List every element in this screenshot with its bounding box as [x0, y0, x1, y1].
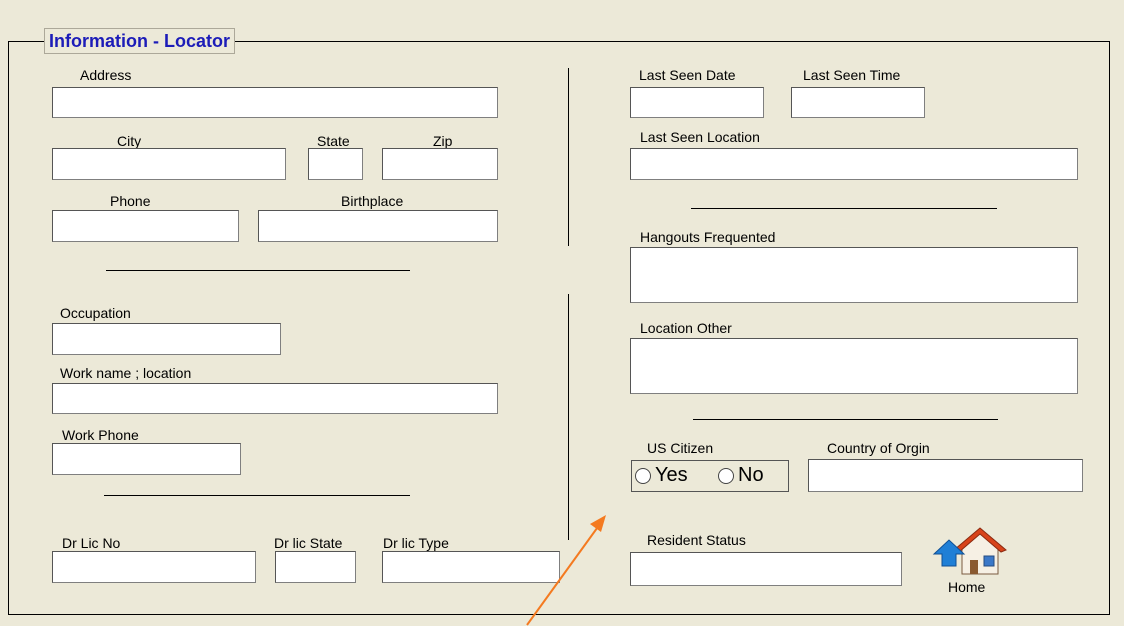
- home-icon: [932, 527, 1007, 575]
- state-input[interactable]: [308, 148, 363, 180]
- home-button[interactable]: Home: [932, 526, 1008, 600]
- dr-lic-type-label: Dr lic Type: [383, 535, 449, 551]
- zip-input[interactable]: [382, 148, 498, 180]
- radio-circle-icon[interactable]: [718, 467, 734, 484]
- radio-circle-icon[interactable]: [635, 467, 651, 484]
- phone-label: Phone: [110, 193, 151, 209]
- last-seen-time-input[interactable]: [791, 87, 925, 118]
- dr-lic-state-label: Dr lic State: [274, 535, 343, 551]
- last-seen-date-label: Last Seen Date: [639, 67, 736, 83]
- dr-lic-no-label: Dr Lic No: [62, 535, 121, 551]
- separator-line: [693, 419, 998, 420]
- radio-no[interactable]: No: [718, 464, 764, 487]
- separator-line: [691, 208, 997, 209]
- city-input[interactable]: [52, 148, 286, 180]
- location-other-label: Location Other: [640, 320, 732, 336]
- phone-input[interactable]: [52, 210, 239, 242]
- work-phone-label: Work Phone: [62, 427, 139, 443]
- birthplace-input[interactable]: [258, 210, 498, 242]
- zip-label: Zip: [433, 133, 453, 149]
- work-phone-input[interactable]: [52, 443, 241, 475]
- address-input[interactable]: [52, 87, 498, 118]
- state-label: State: [317, 133, 350, 149]
- birthplace-label: Birthplace: [341, 193, 404, 209]
- form-title: Information - Locator: [44, 28, 235, 54]
- city-label: City: [117, 133, 142, 149]
- last-seen-location-label: Last Seen Location: [640, 129, 760, 145]
- last-seen-time-label: Last Seen Time: [803, 67, 901, 83]
- country-of-origin-input[interactable]: [808, 459, 1083, 492]
- separator-line: [104, 495, 410, 496]
- arrow-annotation: [526, 515, 606, 626]
- last-seen-date-input[interactable]: [630, 87, 764, 118]
- radio-no-label: No: [738, 464, 764, 486]
- radio-yes-label: Yes: [655, 464, 688, 486]
- resident-status-input[interactable]: [630, 552, 902, 586]
- home-label: Home: [948, 579, 986, 595]
- column-divider: [568, 68, 569, 246]
- us-citizen-label: US Citizen: [647, 440, 714, 456]
- location-other-input[interactable]: [630, 338, 1078, 394]
- occupation-label: Occupation: [60, 305, 131, 321]
- occupation-input[interactable]: [52, 323, 281, 355]
- us-citizen-radio-group: Yes No: [631, 460, 789, 492]
- hangouts-frequented-input[interactable]: [630, 247, 1078, 303]
- hangouts-frequented-label: Hangouts Frequented: [640, 229, 776, 245]
- last-seen-location-input[interactable]: [630, 148, 1078, 180]
- radio-yes[interactable]: Yes: [635, 464, 688, 487]
- separator-line: [106, 270, 410, 271]
- work-name-location-input[interactable]: [52, 383, 498, 414]
- work-name-location-label: Work name ; location: [60, 365, 192, 381]
- resident-status-label: Resident Status: [647, 532, 746, 548]
- address-label: Address: [80, 67, 132, 83]
- dr-lic-state-input[interactable]: [275, 551, 356, 583]
- country-of-origin-label: Country of Orgin: [827, 440, 930, 456]
- dr-lic-no-input[interactable]: [52, 551, 256, 583]
